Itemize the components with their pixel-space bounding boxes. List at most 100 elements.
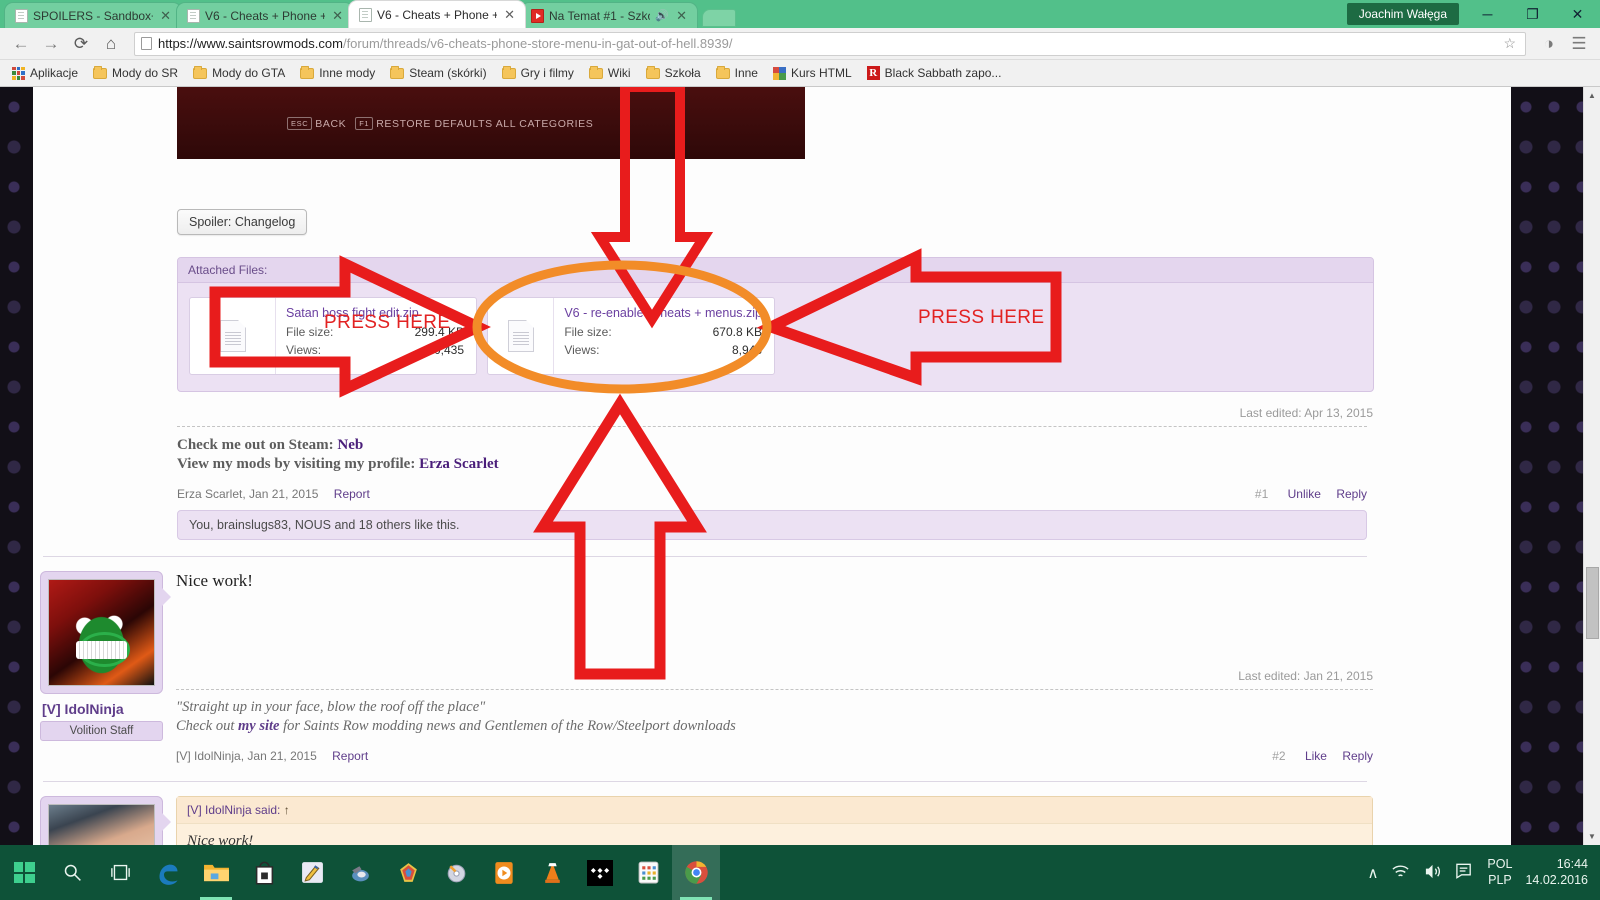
blender-icon[interactable]	[336, 845, 384, 900]
attachment-filename[interactable]: Satan boss fight edit.zip	[286, 306, 464, 320]
back-icon[interactable]: ←	[8, 31, 34, 57]
clock[interactable]: 16:44 14.02.2016	[1525, 857, 1588, 888]
folder-icon	[300, 65, 315, 79]
post2-sig-suffix: for Saints Row modding news and Gentleme…	[279, 718, 736, 735]
post1-unlike-button[interactable]: Unlike	[1288, 487, 1321, 501]
signature-profile-link[interactable]: Erza Scarlet	[419, 456, 499, 472]
bookmark-szkola[interactable]: Szkoła	[640, 63, 707, 83]
vlc-icon[interactable]	[528, 845, 576, 900]
page-scrollbar[interactable]: ▲ ▼	[1583, 87, 1600, 845]
network-icon[interactable]	[1391, 863, 1410, 882]
avatar[interactable]	[48, 804, 155, 845]
tab-1[interactable]: V6 - Cheats + Phone + Stc ✕	[176, 2, 354, 28]
bookmark-steam[interactable]: Steam (skórki)	[384, 63, 492, 83]
bookmark-label: Kurs HTML	[790, 66, 852, 80]
close-button[interactable]: ✕	[1555, 0, 1600, 28]
show-hidden-icons[interactable]: ∧	[1367, 864, 1378, 882]
avatar[interactable]	[48, 579, 155, 687]
signature-steam-prefix: Check me out on Steam:	[177, 437, 338, 453]
post2-author[interactable]: [V] IdolNinja,	[176, 749, 244, 763]
chrome-icon[interactable]	[672, 845, 720, 900]
tab-close-icon[interactable]: ✕	[158, 9, 173, 22]
new-tab-button[interactable]	[702, 9, 736, 27]
attachment-item-2[interactable]: V6 - re-enabled cheats + menus.zip File …	[487, 297, 775, 375]
address-bar[interactable]: https://www.saintsrowmods.com/forum/thre…	[134, 31, 1526, 56]
post2-signature-line-2: Check out my site for Saints Row modding…	[176, 717, 1511, 736]
page-icon	[359, 7, 372, 22]
attachments-header: Attached Files:	[178, 258, 1373, 283]
attachment-item-1[interactable]: Satan boss fight edit.zip File size: 299…	[189, 297, 477, 375]
reload-icon[interactable]: ⟳	[68, 31, 94, 57]
forum-page: ESC BACK F1 RESTORE DEFAULTS ALL CATEGORIE…	[33, 87, 1511, 845]
burner-icon[interactable]	[432, 845, 480, 900]
post1-reply-button[interactable]: Reply	[1336, 487, 1367, 501]
signature-steam-link[interactable]: Neb	[337, 437, 363, 453]
scrollbar-thumb[interactable]	[1586, 567, 1599, 639]
post1-author[interactable]: Erza Scarlet,	[177, 487, 246, 501]
action-center-icon[interactable]	[1455, 862, 1474, 883]
post1-number[interactable]: #1	[1255, 487, 1268, 501]
extension-icon[interactable]: ◑	[1536, 31, 1562, 57]
home-icon[interactable]: ⌂	[98, 31, 124, 57]
tab-close-icon[interactable]: ✕	[502, 8, 517, 21]
tab-2-active[interactable]: V6 - Cheats + Phone + Stc ✕	[348, 0, 526, 28]
bookmark-mody-do-gta[interactable]: Mody do GTA	[187, 63, 291, 83]
page-info-icon[interactable]	[141, 37, 152, 50]
search-icon[interactable]	[48, 845, 96, 900]
post2-number[interactable]: #2	[1272, 749, 1285, 763]
bookmark-inne-mody[interactable]: Inne mody	[294, 63, 381, 83]
post2-username[interactable]: [V] IdolNinja	[40, 701, 165, 717]
language-indicator[interactable]: POL PLP	[1487, 857, 1512, 888]
paint-icon[interactable]	[288, 845, 336, 900]
minimize-button[interactable]: ─	[1465, 0, 1510, 28]
bookmark-apps[interactable]: Aplikacje	[6, 63, 84, 83]
bookmark-inne[interactable]: Inne	[710, 63, 764, 83]
post2-like-button[interactable]: Like	[1305, 749, 1327, 763]
folder-icon	[390, 65, 405, 79]
task-view-icon[interactable]	[96, 845, 144, 900]
file-explorer-icon[interactable]	[192, 845, 240, 900]
bookmark-star-icon[interactable]: ☆	[1500, 35, 1519, 52]
maximize-button[interactable]: ❐	[1510, 0, 1555, 28]
tab-close-icon[interactable]: ✕	[330, 9, 345, 22]
quote-jump-arrow-icon[interactable]: ↑	[284, 803, 290, 817]
youtube-icon	[531, 8, 544, 23]
scroll-down-icon[interactable]: ▼	[1584, 828, 1600, 845]
game-key-hints: ESC BACK F1 RESTORE DEFAULTS ALL CATEGORIE…	[287, 117, 593, 130]
forward-icon[interactable]: →	[38, 31, 64, 57]
post2-report-link[interactable]: Report	[332, 749, 368, 763]
calculator-icon[interactable]	[624, 845, 672, 900]
start-button[interactable]	[0, 845, 48, 900]
scroll-up-icon[interactable]: ▲	[1584, 87, 1600, 104]
bookmark-mody-do-sr[interactable]: Mody do SR	[87, 63, 184, 83]
tidal-icon[interactable]	[576, 845, 624, 900]
tab-audio-icon[interactable]: 🔊	[655, 9, 669, 22]
post3-quote-author-link[interactable]: [V] IdolNinja said:	[187, 803, 280, 817]
folder-icon	[93, 65, 108, 79]
menu-icon[interactable]: ☰	[1566, 31, 1592, 57]
bookmark-black-sabbath[interactable]: R Black Sabbath zapo...	[861, 63, 1008, 83]
post2-reply-button[interactable]: Reply	[1342, 749, 1373, 763]
media-player-icon[interactable]	[480, 845, 528, 900]
game-screenshot: ESC BACK F1 RESTORE DEFAULTS ALL CATEGORIE…	[177, 87, 805, 159]
edge-icon[interactable]	[144, 845, 192, 900]
post-3: [V] IdolNinja said: ↑ Nice work!	[33, 796, 1511, 845]
browser-profile-name[interactable]: Joachim Wałęga	[1346, 3, 1459, 25]
signature-line-2: View my mods by visiting my profile: Erz…	[177, 455, 1511, 474]
bookmark-wiki[interactable]: Wiki	[583, 63, 637, 83]
bookmark-label: Steam (skórki)	[409, 66, 487, 80]
tab-3[interactable]: Na Temat #1 - Szkolne 🔊 ✕	[520, 2, 698, 28]
bookmark-kurs-html[interactable]: Kurs HTML	[767, 63, 858, 83]
post2-site-link[interactable]: my site	[238, 718, 279, 734]
spoiler-button[interactable]: Spoiler: Changelog	[177, 209, 308, 235]
photos-icon[interactable]	[384, 845, 432, 900]
tab-close-icon[interactable]: ✕	[674, 9, 689, 22]
post1-report-link[interactable]: Report	[334, 487, 370, 501]
store-icon[interactable]	[240, 845, 288, 900]
post1-last-edited: Last edited: Apr 13, 2015	[1239, 406, 1373, 420]
attachment-filename[interactable]: V6 - re-enabled cheats + menus.zip	[564, 306, 762, 320]
bookmark-gry-i-filmy[interactable]: Gry i filmy	[496, 63, 580, 83]
volume-icon[interactable]	[1423, 863, 1442, 883]
f1-key-icon: F1	[355, 117, 374, 130]
tab-0[interactable]: SPOILERS - Sandbox+ - Th ✕	[4, 2, 182, 28]
